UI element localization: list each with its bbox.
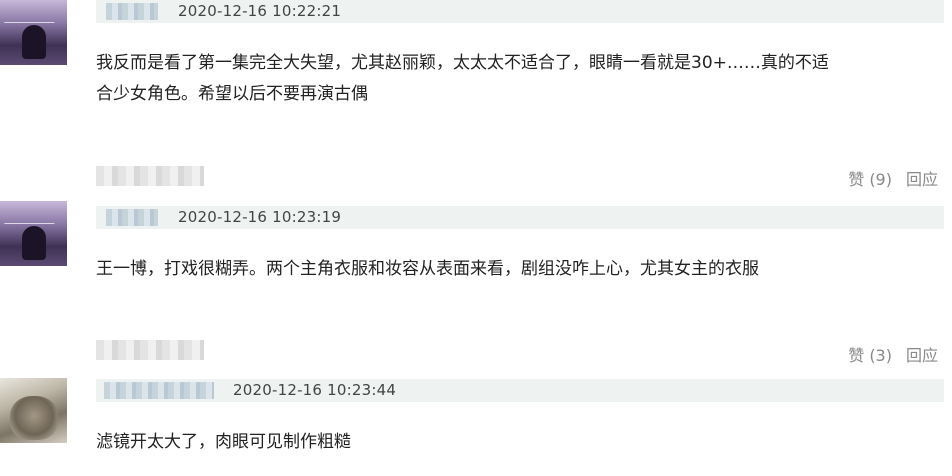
like-button[interactable]: 赞 (3): [848, 342, 892, 366]
comment-meta-bar: 2020-12-16 10:22:21: [96, 0, 944, 23]
comment-text-line: 我反而是看了第一集完全大失望，尤其赵丽颖，太太太不适合了，眼睛一看就是30+………: [96, 53, 829, 73]
comment-timestamp: 2020-12-16 10:23:19: [178, 208, 342, 226]
comment-text: 滤镜开太大了，肉眼可见制作粗糙: [96, 427, 942, 458]
username-blurred[interactable]: [106, 3, 158, 20]
avatar[interactable]: [0, 0, 67, 65]
comment-timestamp: 2020-12-16 10:22:21: [178, 2, 342, 20]
avatar-signature-icon: [4, 10, 58, 23]
like-button[interactable]: 赞 (9): [848, 166, 892, 190]
username-blurred[interactable]: [106, 209, 158, 226]
avatar-cat-icon: [10, 396, 58, 440]
comment-text-line: 滤镜开太大了，肉眼可见制作粗糙: [96, 432, 351, 452]
reply-button[interactable]: 回应: [906, 166, 938, 190]
like-label: 赞: [848, 346, 865, 365]
avatar[interactable]: [0, 201, 67, 266]
comment-timestamp: 2020-12-16 10:23:44: [233, 381, 397, 399]
avatar-figure-icon: [22, 226, 46, 260]
avatar[interactable]: [0, 378, 67, 443]
comment-actions: 赞 (9) 回应: [848, 166, 938, 190]
avatar-signature-icon: [4, 211, 58, 224]
comment-actions: 赞 (3) 回应: [848, 342, 938, 366]
comment-text: 王一博，打戏很糊弄。两个主角衣服和妆容从表面来看，剧组没咋上心，尤其女主的衣服: [96, 254, 942, 285]
like-count: (3): [869, 346, 892, 365]
comment-text: 我反而是看了第一集完全大失望，尤其赵丽颖，太太太不适合了，眼睛一看就是30+………: [96, 48, 942, 110]
like-count: (9): [869, 170, 892, 189]
comment-text-line: 王一博，打戏很糊弄。两个主角衣服和妆容从表面来看，剧组没咋上心，尤其女主的衣服: [96, 259, 759, 279]
comment-text-line: 合少女角色。希望以后不要再演古偶: [96, 84, 368, 104]
comment-meta-bar: 2020-12-16 10:23:44: [96, 379, 944, 402]
blurred-source-label: [96, 340, 204, 360]
username-blurred[interactable]: [104, 382, 214, 399]
blurred-source-label: [96, 166, 204, 186]
reply-button[interactable]: 回应: [906, 342, 938, 366]
comment-meta-bar: 2020-12-16 10:23:19: [96, 206, 944, 229]
like-label: 赞: [848, 170, 865, 189]
avatar-figure-icon: [22, 25, 46, 59]
